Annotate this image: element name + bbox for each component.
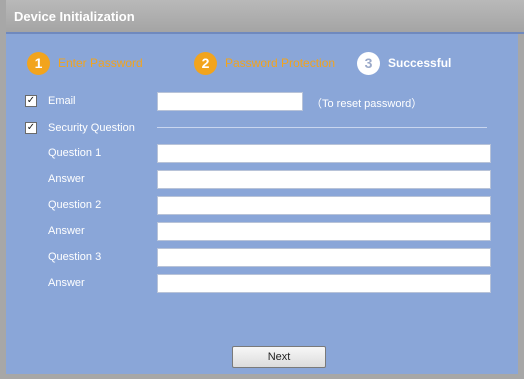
answer-3-input[interactable] — [157, 274, 491, 293]
email-label: Email — [48, 95, 76, 107]
window-title: Device Initialization — [14, 9, 135, 24]
security-question-checkbox[interactable]: ✓ — [25, 122, 37, 134]
step-enter-password: 1 Enter Password — [27, 50, 143, 76]
question-2-input[interactable] — [157, 196, 491, 215]
step-2-number-icon: 2 — [194, 51, 217, 75]
answer-3-label: Answer — [48, 277, 85, 289]
answer-2-input[interactable] — [157, 222, 491, 241]
step-3-label: Successful — [388, 56, 452, 70]
question-1-label: Question 1 — [48, 147, 102, 159]
email-hint: （To reset password） — [311, 98, 423, 110]
step-successful: 3 Successful — [357, 50, 451, 76]
step-indicator: 1 Enter Password 2 Password Protection 3… — [6, 50, 524, 76]
question-2-label: Question 2 — [48, 199, 102, 211]
step-password-protection: 2 Password Protection — [194, 50, 335, 76]
question-1-input[interactable] — [157, 144, 491, 163]
step-2-label: Password Protection — [225, 56, 336, 70]
dialog-window: Device Initialization 1 Enter Password 2… — [0, 0, 524, 379]
security-question-label: Security Question — [48, 122, 135, 134]
step-3-number-icon: 3 — [357, 51, 380, 75]
email-input[interactable] — [157, 92, 303, 111]
security-section-divider — [157, 127, 487, 128]
title-bar: Device Initialization — [6, 0, 524, 34]
title-divider — [6, 32, 524, 34]
question-3-label: Question 3 — [48, 251, 102, 263]
step-1-number-icon: 1 — [27, 51, 50, 75]
email-checkbox[interactable]: ✓ — [25, 95, 37, 107]
answer-1-input[interactable] — [157, 170, 491, 189]
answer-1-label: Answer — [48, 173, 85, 185]
question-3-input[interactable] — [157, 248, 491, 267]
next-button[interactable]: Next — [232, 346, 326, 368]
answer-2-label: Answer — [48, 225, 85, 237]
step-1-label: Enter Password — [58, 56, 143, 70]
